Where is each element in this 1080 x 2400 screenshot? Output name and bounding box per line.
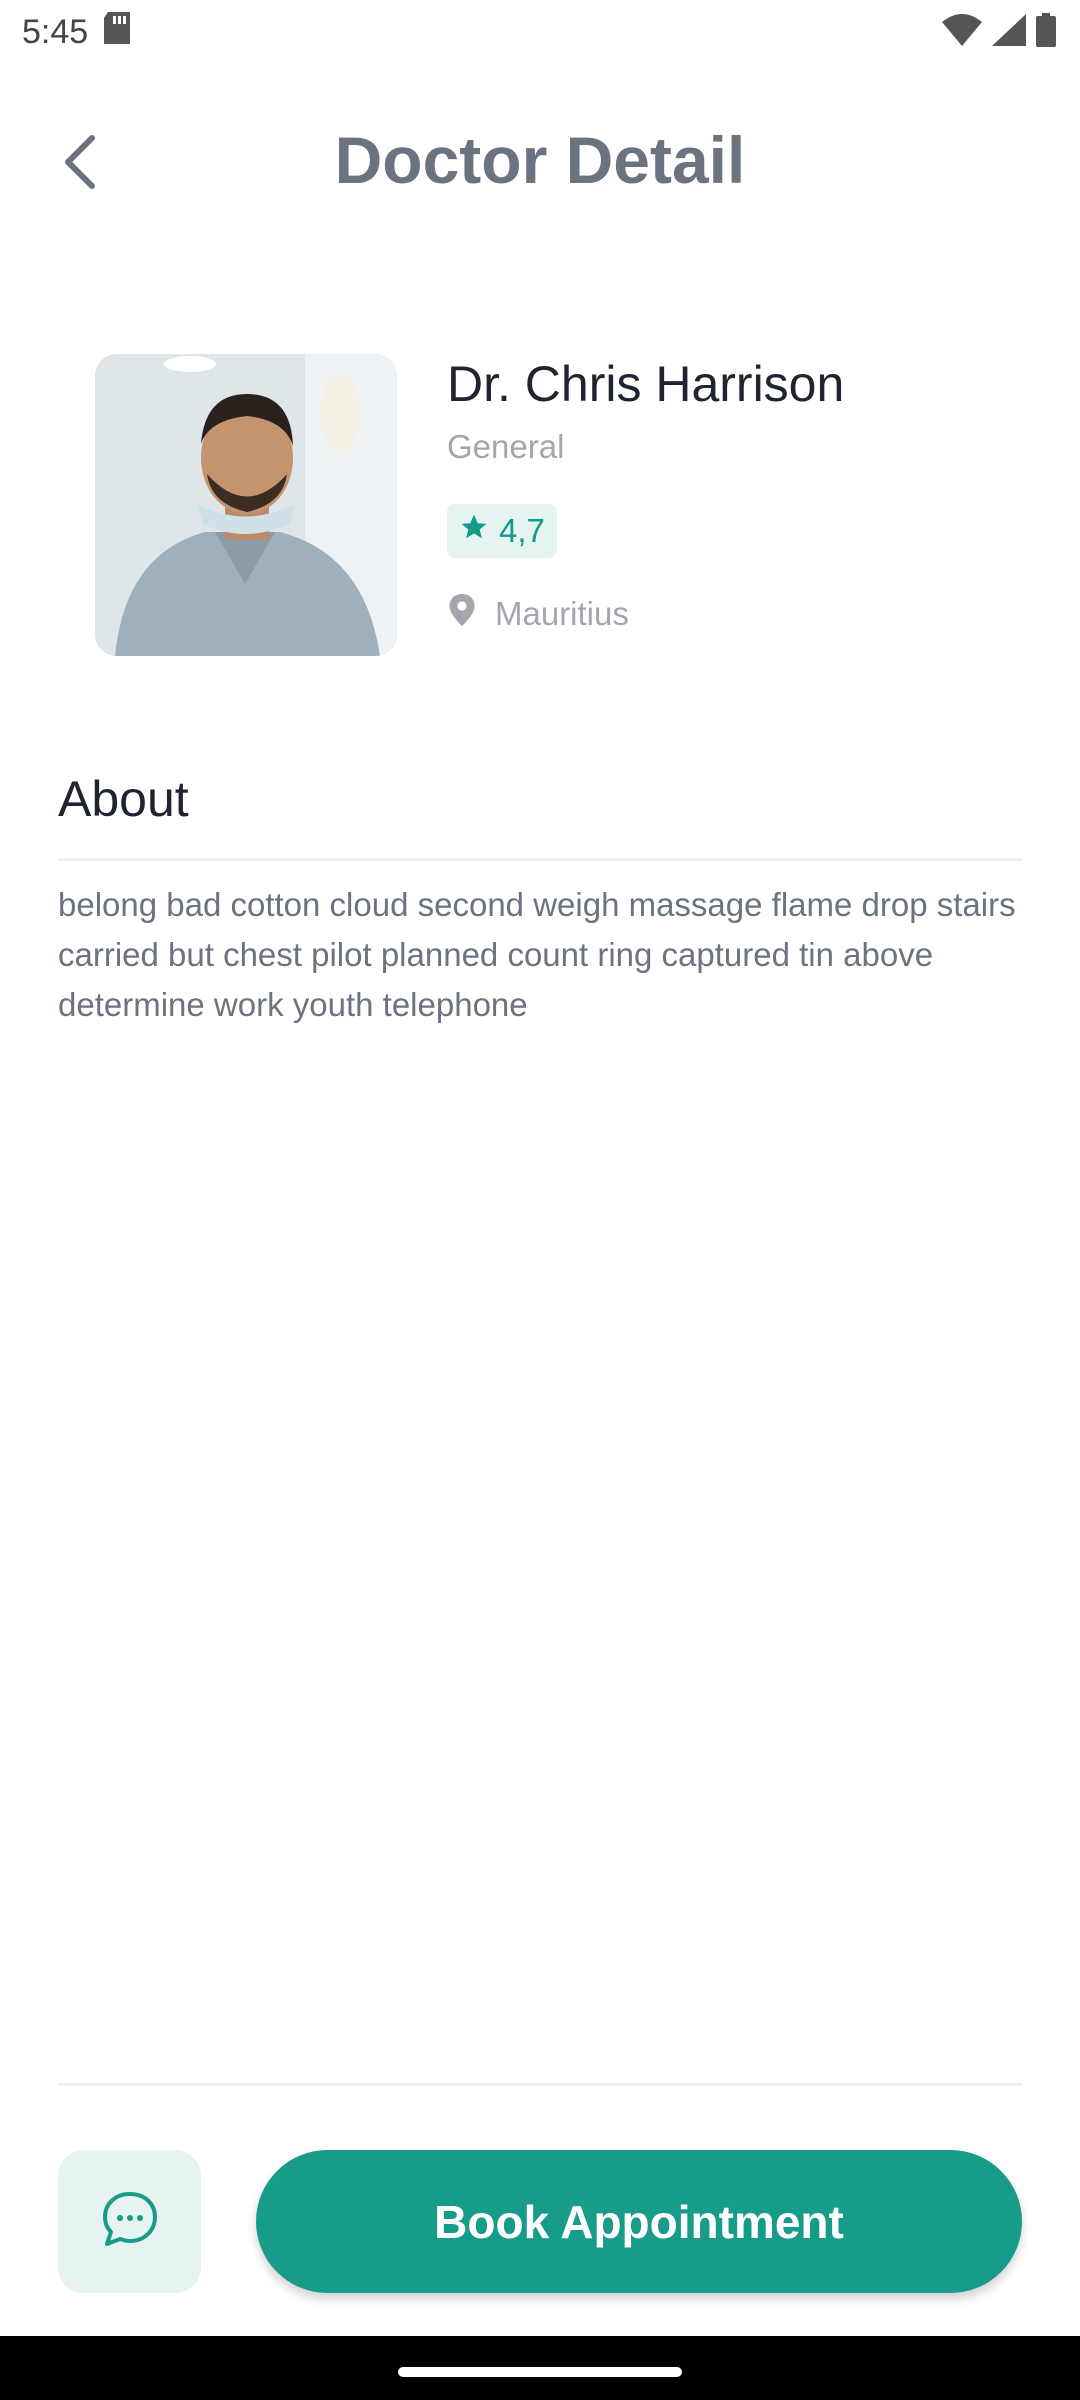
chat-button[interactable] bbox=[58, 2150, 201, 2293]
doctor-location: Mauritius bbox=[447, 594, 1007, 634]
status-right bbox=[942, 12, 1056, 52]
bottom-divider bbox=[58, 2083, 1022, 2086]
signal-icon bbox=[992, 13, 1026, 51]
home-indicator[interactable] bbox=[398, 2367, 682, 2377]
rating-value: 4,7 bbox=[499, 512, 545, 549]
status-bar: 5:45 bbox=[0, 0, 1080, 64]
battery-icon bbox=[1036, 12, 1056, 52]
book-appointment-button[interactable]: Book Appointment bbox=[256, 2150, 1022, 2293]
page-title: Doctor Detail bbox=[334, 123, 746, 197]
doctor-name: Dr. Chris Harrison bbox=[447, 356, 845, 412]
about-heading: About bbox=[58, 771, 189, 827]
about-text: belong bad cotton cloud second weigh mas… bbox=[58, 886, 1016, 1023]
location-label: Mauritius bbox=[495, 595, 629, 632]
chat-bubble-icon bbox=[101, 2190, 159, 2253]
location-pin-icon bbox=[447, 594, 477, 634]
doctor-photo bbox=[95, 354, 397, 656]
wifi-icon bbox=[942, 13, 982, 51]
doctor-detail-screen: 5:45 Doctor Detail Dr. Chris Harrison Ge… bbox=[0, 0, 1080, 2400]
app-bar: Doctor Detail bbox=[0, 110, 1080, 220]
divider bbox=[58, 858, 1022, 861]
doctor-specialty: General bbox=[447, 428, 565, 465]
sd-card-icon bbox=[104, 11, 131, 53]
status-left: 5:45 bbox=[22, 11, 131, 53]
doctor-profile: Dr. Chris Harrison General 4,7 Mauritius bbox=[95, 354, 995, 656]
status-time: 5:45 bbox=[22, 12, 89, 51]
doctor-info: Dr. Chris Harrison General 4,7 Mauritius bbox=[447, 354, 1007, 634]
rating-badge: 4,7 bbox=[447, 504, 557, 558]
star-icon bbox=[459, 512, 489, 550]
